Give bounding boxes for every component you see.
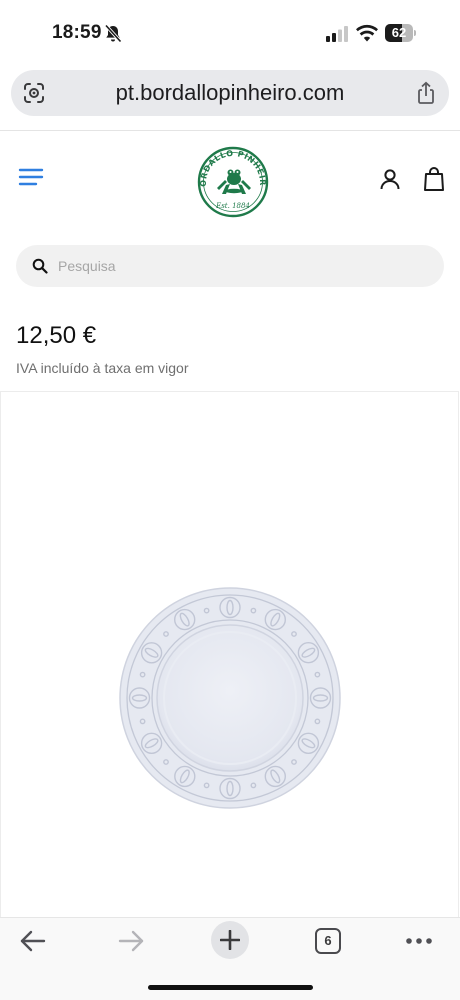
back-arrow-icon[interactable] xyxy=(19,928,47,954)
bell-slash-icon xyxy=(104,24,122,43)
search-bar[interactable] xyxy=(16,245,444,287)
address-bar[interactable]: pt.bordallopinheiro.com xyxy=(11,70,449,116)
battery-icon: 62 xyxy=(385,24,417,42)
plus-icon xyxy=(220,930,240,950)
status-time: 18:59 xyxy=(52,22,102,43)
home-indicator xyxy=(148,985,313,990)
share-icon[interactable] xyxy=(415,81,437,105)
shopping-bag-icon[interactable] xyxy=(422,166,446,192)
visual-lookup-icon[interactable] xyxy=(23,82,45,104)
account-icon[interactable] xyxy=(378,167,402,191)
product-price: 12,50 € xyxy=(16,322,97,349)
browser-divider xyxy=(0,130,460,131)
wifi-icon xyxy=(356,24,378,42)
cellular-signal-icon xyxy=(326,26,348,42)
url-text[interactable]: pt.bordallopinheiro.com xyxy=(11,70,449,116)
tax-note: IVA incluído à taxa em vigor xyxy=(16,360,189,376)
hamburger-menu-icon[interactable] xyxy=(18,166,44,188)
brand-logo[interactable]: BORDALLO PINHEIRO Est. 1884 xyxy=(195,146,271,218)
forward-arrow-icon[interactable] xyxy=(117,928,145,954)
new-tab-button[interactable] xyxy=(211,921,249,959)
tabs-button[interactable]: 6 xyxy=(315,928,341,954)
battery-percent: 62 xyxy=(391,25,407,40)
search-icon[interactable] xyxy=(32,258,48,274)
logo-est-text: Est. 1884 xyxy=(215,202,250,210)
search-input[interactable] xyxy=(58,245,428,287)
more-dots-icon[interactable] xyxy=(405,936,433,946)
product-plate-image[interactable] xyxy=(118,586,342,810)
